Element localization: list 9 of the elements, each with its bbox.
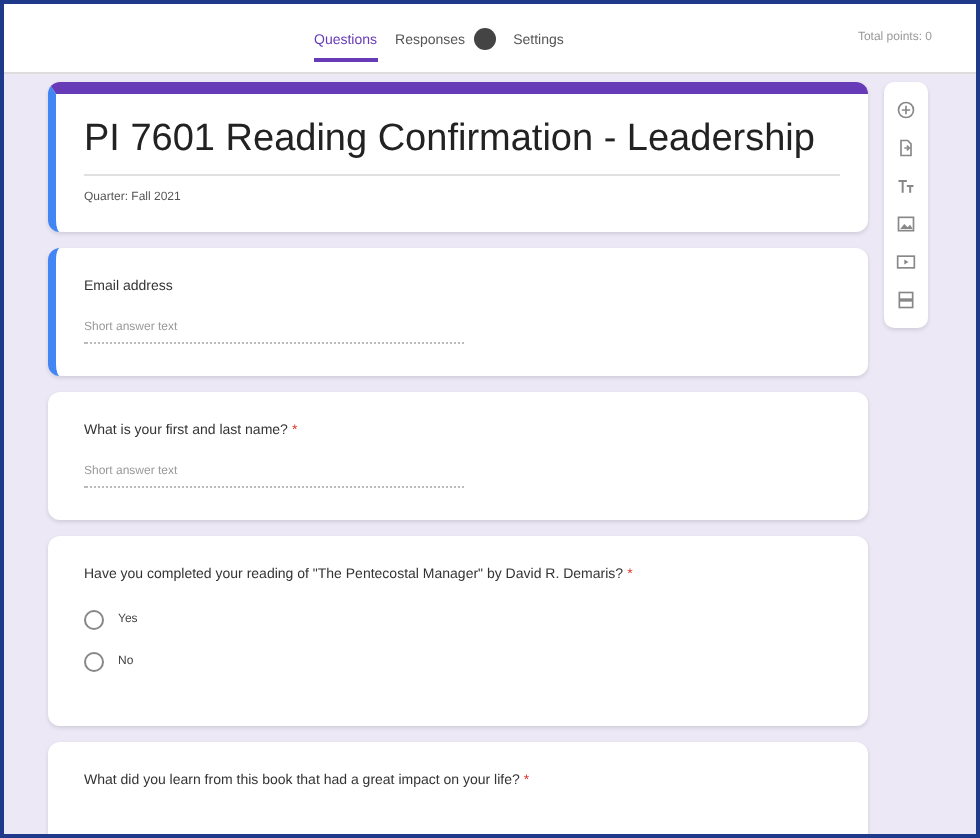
form-title: PI 7601 Reading Confirmation - Leadership xyxy=(84,118,840,176)
video-icon[interactable] xyxy=(896,252,916,272)
add-circle-icon[interactable] xyxy=(896,100,916,120)
radio-button[interactable] xyxy=(84,610,104,630)
document-arrow-icon[interactable] xyxy=(896,138,916,158)
image-icon[interactable] xyxy=(896,214,916,234)
text-icon[interactable] xyxy=(896,176,916,196)
radio-button[interactable] xyxy=(84,652,104,672)
section-icon[interactable] xyxy=(896,290,916,310)
